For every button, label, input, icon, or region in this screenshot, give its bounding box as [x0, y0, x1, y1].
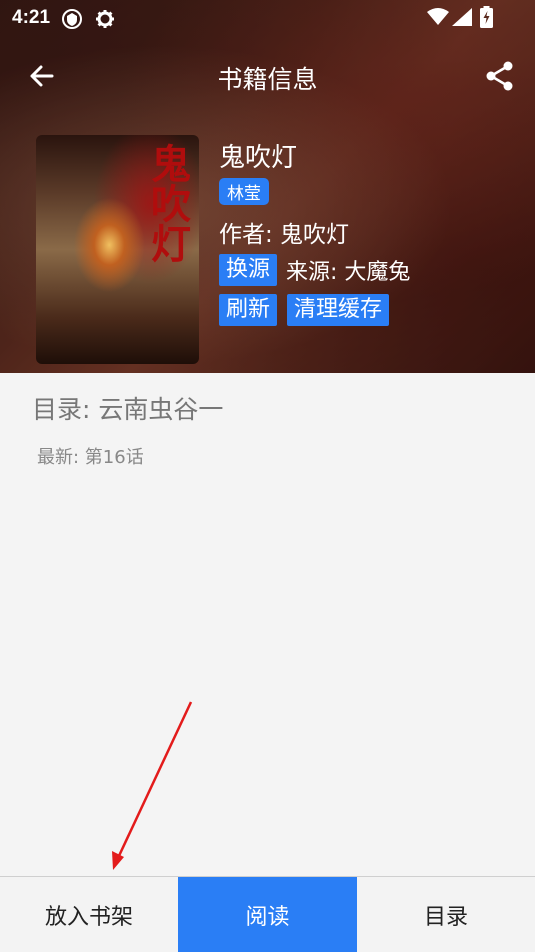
author-text: 作者: 鬼吹灯: [219, 222, 350, 248]
cell-signal-icon: [452, 8, 472, 30]
status-time: 4:21: [12, 7, 51, 28]
change-source-button[interactable]: 换源: [219, 254, 278, 286]
status-bar: 4:21: [0, 0, 535, 36]
app-bar: 书籍信息: [0, 44, 535, 110]
gear-icon: [95, 9, 115, 33]
book-cover-image[interactable]: 鬼吹灯: [36, 135, 199, 364]
catalog-button[interactable]: 目录: [357, 877, 535, 952]
battery-charging-icon: [480, 6, 493, 32]
clear-cache-button[interactable]: 清理缓存: [287, 294, 390, 326]
book-tag: 林莹: [219, 178, 269, 205]
latest-chapter-text: 最新: 第16话: [37, 447, 144, 468]
read-button[interactable]: 阅读: [178, 877, 357, 952]
action-buttons-row: 刷新 清理缓存: [219, 294, 390, 326]
share-icon[interactable]: [484, 60, 516, 92]
add-to-shelf-button[interactable]: 放入书架: [0, 877, 178, 952]
book-detail-content: 目录: 云南虫谷一 最新: 第16话: [0, 373, 535, 876]
source-row: 换源 来源: 大魔兔: [219, 254, 410, 286]
bottom-action-bar: 放入书架 阅读 目录: [0, 876, 535, 952]
current-chapter-link[interactable]: 目录: 云南虫谷一: [32, 390, 223, 426]
page-title: 书籍信息: [217, 65, 318, 94]
refresh-button[interactable]: 刷新: [219, 294, 278, 326]
book-name: 鬼吹灯: [219, 143, 298, 173]
cover-title: 鬼吹灯: [144, 143, 191, 263]
shield-icon: [62, 9, 82, 33]
source-text: 来源: 大魔兔: [286, 260, 411, 285]
wifi-icon: [427, 8, 449, 30]
